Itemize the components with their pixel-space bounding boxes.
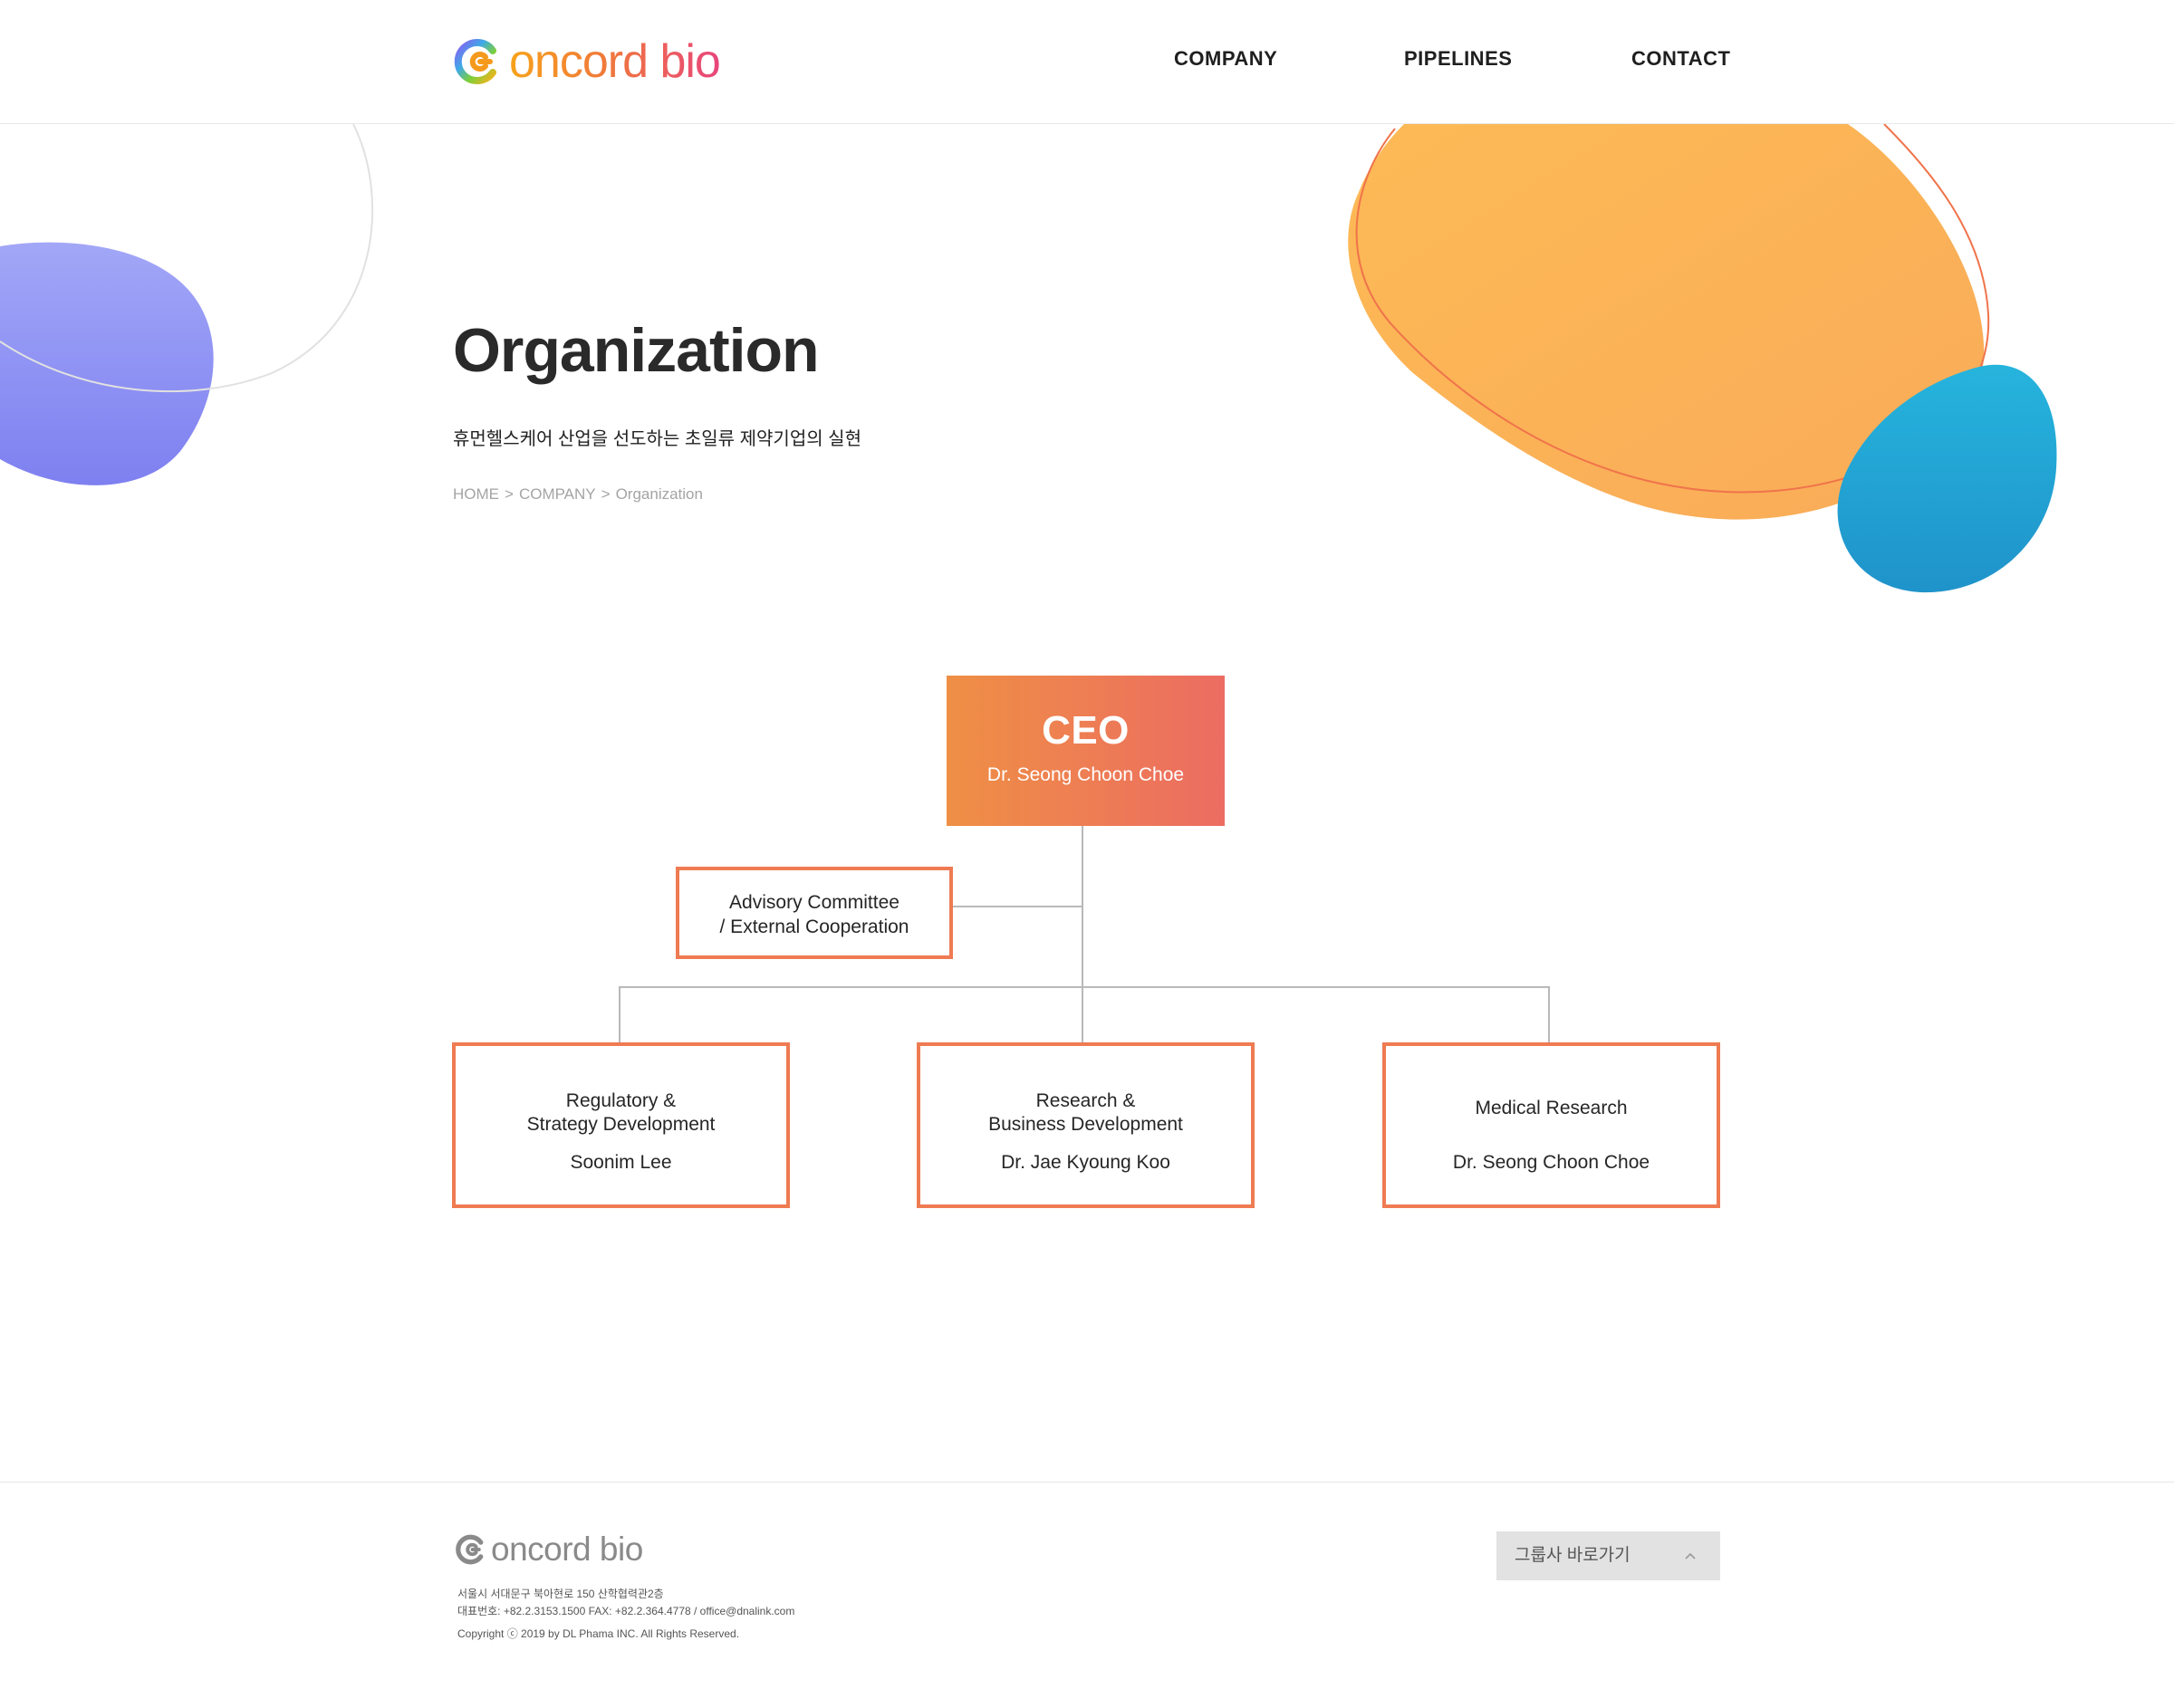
department-box-medical: Medical Research Dr. Seong Choon Choe [1382,1042,1720,1208]
footer-copyright: Copyright ⓒ 2019 by DL Phama INC. All Ri… [457,1627,740,1640]
logo-link[interactable]: oncord bio [453,34,721,89]
advisory-label-line1: Advisory Committee [729,892,899,913]
purple-blob-decoration [0,124,374,485]
breadcrumb-separator: > [505,485,514,503]
department-box-regulatory: Regulatory & Strategy Development Soonim… [452,1042,790,1208]
chevron-up-icon [1685,1552,1696,1559]
footer-address: 서울시 서대문구 북아현로 150 산학협력관2층 [457,1588,664,1600]
department-head: Dr. Jae Kyoung Koo [1001,1152,1170,1173]
footer-contact: 대표번호: +82.2.3153.1500 FAX: +82.2.364.477… [457,1605,795,1617]
connector-line [1548,986,1550,1042]
connector-line [953,906,1082,907]
footer-divider [0,1482,2174,1483]
orange-blue-blob-decoration [1348,124,2057,593]
family-site-label: 그룹사 바로가기 [1515,1546,1630,1565]
family-site-select[interactable]: 그룹사 바로가기 [1496,1531,1720,1580]
department-head: Dr. Seong Choon Choe [1452,1152,1650,1173]
oncord-logo-icon [454,39,496,84]
breadcrumb-home[interactable]: HOME [453,485,499,503]
nav-company[interactable]: COMPANY [1174,47,1277,71]
page-subtitle: 휴먼헬스케어 산업을 선도하는 초일류 제약기업의 실현 [453,429,861,449]
department-head: Soonim Lee [570,1152,672,1173]
nav-pipelines[interactable]: PIPELINES [1404,47,1512,71]
breadcrumb-company[interactable]: COMPANY [519,485,596,503]
connector-line [619,986,620,1042]
connector-line [1082,826,1083,1042]
department-name-line2: Strategy Development [526,1114,716,1135]
breadcrumb-current: Organization [615,485,703,503]
ceo-name: Dr. Seong Choon Choe [986,764,1185,785]
department-name-line1: Medical Research [1475,1098,1628,1118]
department-box-research: Research & Business Development Dr. Jae … [917,1042,1255,1208]
advisory-committee-box: Advisory Committee / External Cooperatio… [676,867,953,959]
breadcrumb-separator: > [601,485,611,503]
breadcrumb: HOME > COMPANY > Organization [453,485,703,504]
department-name: Research & Business Development [920,1089,1251,1137]
ceo-title: CEO [1042,708,1130,753]
connector-line [619,986,1550,988]
department-name-line2: Business Development [988,1114,1183,1135]
logo-text: oncord bio [509,35,721,88]
nav-contact[interactable]: CONTACT [1631,47,1730,71]
footer-logo: oncord bio [455,1530,643,1569]
ceo-box: CEO Dr. Seong Choon Choe [947,676,1225,826]
oncord-logo-icon [456,1534,484,1565]
department-name: Regulatory & Strategy Development [456,1089,786,1137]
department-name-line1: Research & [1035,1090,1136,1111]
department-name: Medical Research [1386,1097,1717,1120]
site-header: oncord bio COMPANY PIPELINES CONTACT [0,0,2174,124]
department-name-line1: Regulatory & [565,1090,677,1111]
page-title: Organization [453,316,820,385]
advisory-label-line2: / External Cooperation [719,916,909,937]
footer-logo-text: oncord bio [491,1530,643,1568]
